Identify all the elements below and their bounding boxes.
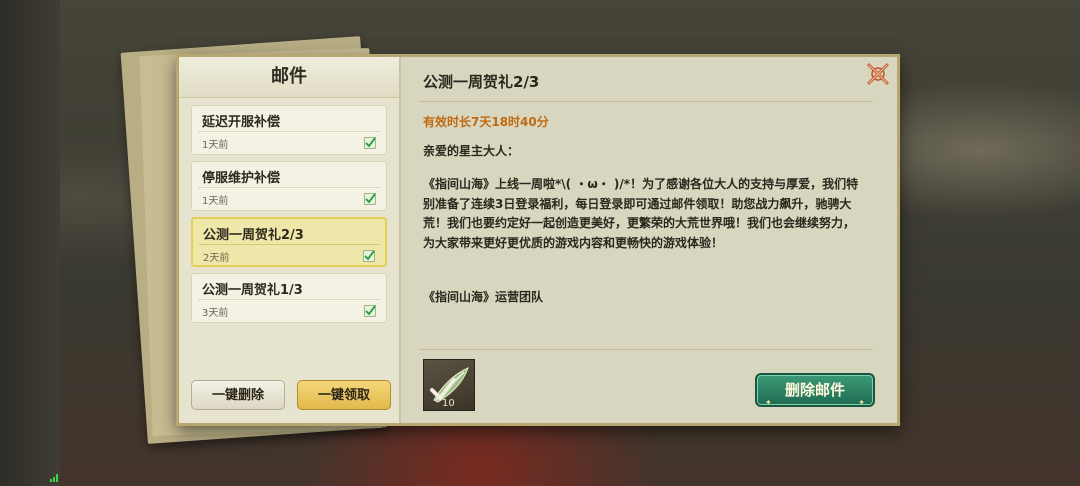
divider [199, 244, 379, 245]
validity-text: 有效时长7天18时40分 [423, 115, 549, 129]
mailbox-title: 邮件 [179, 57, 399, 98]
signal-icon [50, 474, 60, 482]
mail-signature: 《指间山海》运营团队 [423, 290, 544, 304]
mail-list-item-selected[interactable]: 公测一周贺礼2/3 2天前 [191, 217, 387, 267]
attachment-divider [419, 349, 873, 350]
read-check-icon [363, 250, 375, 262]
mail-item-time: 3天前 [202, 308, 229, 319]
mail-list-item[interactable]: 延迟开服补偿 1天前 [191, 105, 387, 155]
claim-all-button[interactable]: 一键领取 [297, 380, 391, 410]
mail-item-subject: 公测一周贺礼1/3 [202, 283, 303, 298]
mail-item-time: 1天前 [202, 196, 229, 207]
mail-body: 《指间山海》上线一周啦*\( ・ω・ )/*！为了感谢各位大人的支持与厚爱，我们… [423, 177, 859, 250]
mail-item-time: 1天前 [202, 140, 229, 151]
delete-all-button[interactable]: 一键删除 [191, 380, 285, 410]
divider [198, 131, 380, 132]
divider [198, 299, 380, 300]
mail-item-time: 2天前 [203, 253, 230, 264]
mail-list-item[interactable]: 停服维护补偿 1天前 [191, 161, 387, 211]
sparkle-icon: ✦ [765, 398, 772, 407]
divider [198, 187, 380, 188]
mail-title: 公测一周贺礼2/3 [423, 73, 540, 91]
read-check-icon [364, 193, 376, 205]
read-check-icon [364, 137, 376, 149]
background-edge [0, 0, 60, 486]
delete-mail-label: 删除邮件 [784, 381, 845, 399]
sparkle-icon: ✦ [858, 398, 865, 407]
mail-list: 延迟开服补偿 1天前 停服维护补偿 1天前 公测一周贺礼2/3 2天前 公测一周… [191, 105, 387, 329]
mail-list-column: 邮件 延迟开服补偿 1天前 停服维护补偿 1天前 公测一周贺礼2/3 2天前 公… [179, 57, 401, 423]
title-divider [419, 101, 873, 102]
mail-item-subject: 停服维护补偿 [202, 171, 281, 186]
mail-panel: 邮件 延迟开服补偿 1天前 停服维护补偿 1天前 公测一周贺礼2/3 2天前 公… [176, 54, 900, 426]
mail-content: 公测一周贺礼2/3 有效时长7天18时40分 亲爱的星主大人： 《指间山海》上线… [401, 57, 897, 423]
attachment-quantity: 10 [442, 398, 455, 409]
mail-item-subject: 公测一周贺礼2/3 [203, 228, 304, 243]
read-check-icon [364, 305, 376, 317]
delete-mail-button[interactable]: ✦ 删除邮件 ✦ [755, 373, 875, 407]
mail-list-item[interactable]: 公测一周贺礼1/3 3天前 [191, 273, 387, 323]
attachment-item[interactable]: 10 [423, 359, 475, 411]
close-icon[interactable] [865, 61, 891, 87]
mail-greeting: 亲爱的星主大人： [423, 144, 520, 158]
mail-item-subject: 延迟开服补偿 [202, 115, 281, 130]
